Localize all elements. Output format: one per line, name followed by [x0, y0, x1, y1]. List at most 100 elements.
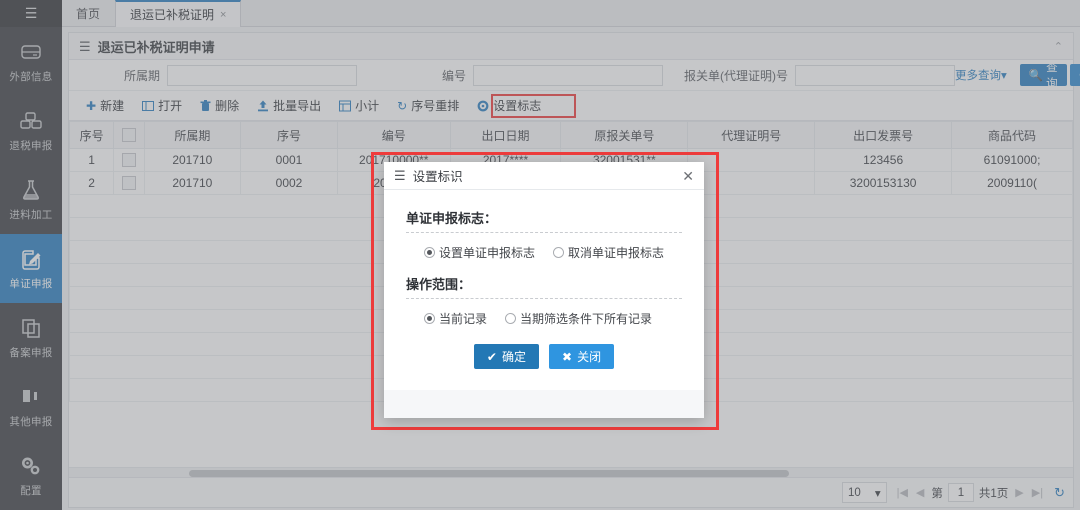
cross-icon: ✖: [562, 349, 573, 364]
page-title: 退运已补税证明申请: [97, 39, 215, 55]
sidebar-item-record-declaration[interactable]: 备案申报: [0, 303, 62, 372]
period-input[interactable]: [167, 64, 357, 86]
col-export-invoice[interactable]: 出口发票号: [814, 121, 953, 149]
batch-export-button-label: 批量导出: [273, 99, 322, 113]
sidebar-item-config[interactable]: 配置: [0, 441, 62, 510]
renumber-button-label: 序号重排: [411, 99, 460, 113]
batch-export-button[interactable]: 批量导出: [248, 95, 330, 117]
hamburger-icon[interactable]: ☰: [0, 0, 62, 27]
open-button-label: 打开: [158, 99, 183, 113]
query-button[interactable]: 🔍 查询: [1019, 62, 1067, 90]
tab-bar: 首页 退运已补税证明 ×: [62, 0, 1080, 27]
radio-label: 取消单证申报标志: [568, 246, 665, 260]
sidebar-item-tax-refund[interactable]: 退税申报: [0, 96, 62, 165]
radio-set-declaration-flag[interactable]: 设置单证申报标志: [424, 244, 535, 261]
number-input[interactable]: [473, 64, 663, 86]
tab-label: 退运已补税证明: [130, 8, 215, 22]
sidebar-item-processing-trade[interactable]: 进料加工: [0, 165, 62, 234]
col-agent-certificate[interactable]: 代理证明号: [687, 121, 816, 149]
col-number[interactable]: 编号: [336, 121, 451, 149]
field-label: 所属期: [123, 68, 160, 83]
col-period[interactable]: 所属期: [143, 121, 242, 149]
chevron-down-icon: ▾: [1001, 70, 1007, 82]
tab-label: 首页: [76, 7, 101, 21]
close-icon[interactable]: ×: [220, 9, 226, 21]
new-button[interactable]: ✚ 新建: [77, 95, 133, 117]
radio-current-record[interactable]: 当前记录: [424, 310, 487, 327]
radio-all-filtered-records[interactable]: 当期筛选条件下所有记录: [505, 310, 652, 327]
radio-label: 当期筛选条件下所有记录: [520, 312, 653, 326]
gears-icon: [19, 453, 43, 479]
delete-button[interactable]: 删除: [191, 95, 248, 117]
sidebar-item-external-info[interactable]: 外部信息: [0, 27, 62, 96]
subtotal-button[interactable]: 小计: [330, 95, 388, 117]
action-toolbar: ✚ 新建 打开 删除 批量导出 小计 ↻ 序号重排 设置标志: [69, 91, 1073, 121]
radio-indicator: [505, 313, 517, 324]
sidebar-item-label: 其他申报: [9, 416, 53, 428]
chevron-up-icon[interactable]: ⌃: [1054, 40, 1063, 53]
set-flag-dialog: ☰ 设置标识 ✕ 单证申报标志： 设置单证申报标志 取消单证申报标志 操作范围：: [384, 162, 704, 418]
first-page-icon[interactable]: |◀: [893, 486, 912, 499]
col-original-declaration[interactable]: 原报关单号: [560, 121, 689, 149]
cell-export-invoice: 123456: [814, 148, 953, 172]
edit-document-icon: [20, 246, 42, 272]
field-period: 所属期: [77, 64, 357, 86]
cell-index: 2: [69, 171, 115, 195]
cell-seq: 0001: [240, 148, 338, 172]
scrollbar-thumb[interactable]: [189, 470, 789, 477]
sidebar-item-other-declaration[interactable]: 其他申报: [0, 372, 62, 441]
divider: [406, 298, 682, 299]
more-query-link[interactable]: 更多查询▾: [955, 67, 1007, 83]
tab-list: 首页 退运已补税证明 ×: [62, 0, 1080, 27]
page-size-select[interactable]: 10 ▾: [842, 482, 887, 503]
refresh-icon[interactable]: ↻: [1047, 485, 1065, 501]
close-button-label: 关闭: [577, 350, 602, 364]
renumber-button[interactable]: ↻ 序号重排: [388, 95, 468, 117]
close-icon[interactable]: ✕: [682, 169, 694, 183]
open-button[interactable]: 打开: [133, 95, 191, 117]
radio-cancel-declaration-flag[interactable]: 取消单证申报标志: [553, 244, 664, 261]
cell-select: [113, 171, 145, 195]
radio-indicator: [424, 313, 435, 324]
col-select-all[interactable]: [113, 121, 145, 149]
prev-page-icon[interactable]: ◀: [912, 486, 928, 499]
list-icon: ☰: [79, 38, 91, 54]
confirm-button[interactable]: ✔ 确定: [473, 344, 539, 369]
page-number-input[interactable]: [947, 483, 974, 502]
delete-button-label: 删除: [215, 99, 240, 113]
sidebar-item-label: 备案申报: [9, 347, 53, 359]
sidebar-item-document-declaration[interactable]: 单证申报: [0, 234, 62, 303]
row-checkbox[interactable]: [121, 176, 136, 191]
col-goods-code[interactable]: 商品代码: [951, 121, 1073, 149]
set-flag-button[interactable]: 设置标志: [468, 95, 550, 117]
dialog-footer-strip: [384, 390, 704, 418]
horizontal-scrollbar[interactable]: [69, 467, 1073, 477]
next-page-icon[interactable]: ▶: [1011, 486, 1027, 499]
dialog-footer: ✔ 确定 ✖ 关闭: [406, 344, 682, 375]
sidebar-item-label: 外部信息: [9, 71, 53, 83]
section-title-operation-scope: 操作范围：: [406, 277, 472, 292]
sidebar-item-label: 配置: [20, 485, 42, 497]
field-number: 编号: [417, 64, 663, 86]
tab-return-tax-certificate[interactable]: 退运已补税证明 ×: [115, 0, 242, 27]
col-export-date[interactable]: 出口日期: [449, 121, 562, 149]
reset-button[interactable]: ↺ 重置: [1069, 64, 1080, 86]
dialog-close-button[interactable]: ✖ 关闭: [549, 344, 615, 369]
col-index[interactable]: 序号: [69, 121, 115, 149]
cell-select: [113, 148, 145, 172]
more-query-label: 更多查询: [955, 70, 1001, 82]
last-page-icon[interactable]: ▶|: [1028, 486, 1047, 499]
table-header-row: 序号 所属期 序号 编号 出口日期 原报关单号 代理证明号 出口发票号 商品代码: [69, 121, 1073, 149]
tab-home[interactable]: 首页: [62, 0, 115, 27]
trash-icon: [200, 99, 211, 112]
sidebar-item-label: 进料加工: [9, 209, 53, 221]
dialog-body: 单证申报标志： 设置单证申报标志 取消单证申报标志 操作范围： 当前记录 当期筛…: [384, 190, 704, 390]
subtotal-button-label: 小计: [355, 99, 380, 113]
select-all-checkbox[interactable]: [121, 128, 136, 143]
row-checkbox[interactable]: [121, 153, 136, 168]
sidebar-item-label: 退税申报: [9, 140, 53, 152]
col-seq[interactable]: 序号: [240, 121, 338, 149]
cell-agent-certificate: [687, 148, 816, 172]
plug-icon: [20, 384, 42, 410]
customs-declaration-input[interactable]: [795, 64, 955, 86]
